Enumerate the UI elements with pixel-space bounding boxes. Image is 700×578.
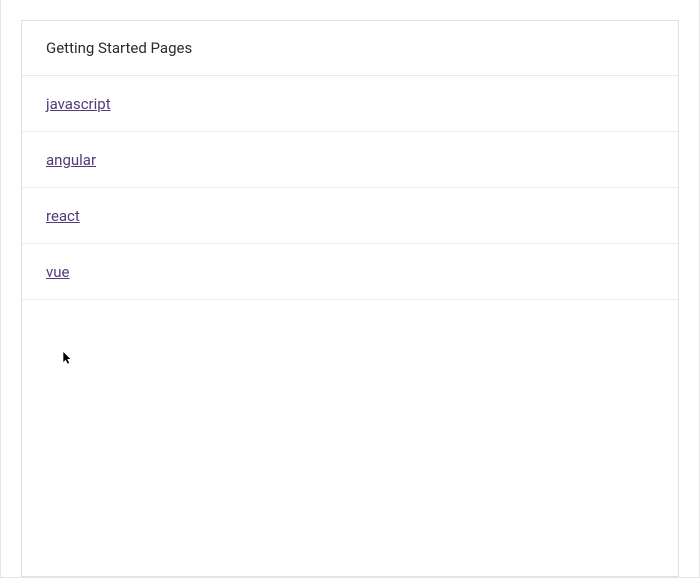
list-item: vue xyxy=(22,244,678,300)
getting-started-panel: Getting Started Pages javascript angular… xyxy=(21,20,679,577)
list-item: react xyxy=(22,188,678,244)
outer-frame: Getting Started Pages javascript angular… xyxy=(0,0,700,578)
link-angular[interactable]: angular xyxy=(46,151,96,169)
link-react[interactable]: react xyxy=(46,207,80,225)
link-vue[interactable]: vue xyxy=(46,263,70,281)
link-javascript[interactable]: javascript xyxy=(46,95,111,113)
link-list: javascript angular react vue xyxy=(22,76,678,300)
panel-title: Getting Started Pages xyxy=(22,21,678,76)
list-item: angular xyxy=(22,132,678,188)
list-item: javascript xyxy=(22,76,678,132)
